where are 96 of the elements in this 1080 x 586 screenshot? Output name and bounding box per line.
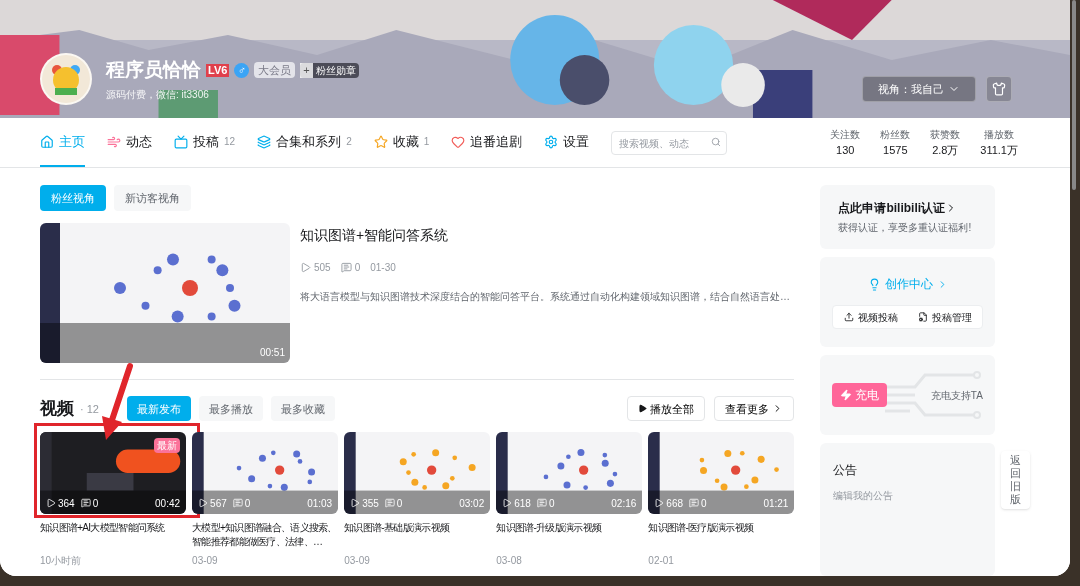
nav-tab[interactable]: 投稿 12 <box>174 118 236 167</box>
notice-title: 公告 <box>833 462 859 479</box>
video-title[interactable]: 知识图谱+智能问答系统 <box>300 225 790 246</box>
old-version-button[interactable]: 返回旧版 <box>1000 451 1030 509</box>
play-count: 505 <box>314 261 331 275</box>
play-count: 618 <box>514 496 531 511</box>
play-count: 364 <box>58 496 75 511</box>
video-title[interactable]: 知识图谱-基础版演示视频 <box>344 520 491 549</box>
video-duration: 00:42 <box>155 496 181 511</box>
video-date: 03-08 <box>496 553 523 568</box>
layers-icon <box>257 134 272 149</box>
shirt-icon <box>992 82 1006 96</box>
stat-label: 获赞数 <box>930 127 961 142</box>
stat-value[interactable]: 2.8万 <box>932 141 959 159</box>
video-duration: 02:16 <box>611 496 637 511</box>
bear-icon <box>49 62 83 96</box>
lightning-icon <box>840 389 853 401</box>
star-icon <box>373 134 388 149</box>
video-title[interactable]: 知识图谱-医疗版演示视频 <box>648 520 795 549</box>
video-description: 将大语言模型与知识图谱技术深度结合的智能问答平台。系统通过自动化构建领域知识图谱，结合自然语言处… <box>300 290 790 304</box>
user-name: 程序员恰恰 <box>106 57 201 82</box>
verify-title[interactable]: 点此申请bilibili认证 <box>838 199 977 217</box>
sort-tab[interactable]: 最多收藏 <box>270 396 335 422</box>
play-count: 567 <box>210 496 227 511</box>
comment-icon <box>536 498 547 508</box>
play-count: 668 <box>666 496 684 511</box>
tv-icon <box>174 134 188 149</box>
charge-text: 充电支持TA <box>930 388 983 403</box>
comment-count: 0 <box>396 496 403 511</box>
tab-count: 12 <box>224 135 236 149</box>
heart-icon <box>451 134 466 149</box>
play-count-icon <box>198 498 209 508</box>
scrollbar[interactable] <box>1072 0 1076 190</box>
play-count-icon <box>300 262 311 273</box>
comment-icon <box>384 498 395 508</box>
video-duration: 01:21 <box>763 496 789 511</box>
dress-button[interactable] <box>986 76 1012 102</box>
home-icon <box>40 134 54 149</box>
upload-icon <box>843 312 854 322</box>
stat-label: 播放数 <box>984 127 1015 142</box>
video-duration: 01:03 <box>307 496 333 511</box>
nav-tab[interactable]: 收藏 1 <box>373 118 430 167</box>
verify-subtitle: 获得认证，享受多重认证福利! <box>838 221 973 235</box>
video-date: 02-01 <box>648 553 675 568</box>
play-icon <box>638 404 648 414</box>
stat-value[interactable]: 311.1万 <box>980 141 1018 159</box>
comment-count: 0 <box>244 496 251 511</box>
play-all-button[interactable]: 播放全部 <box>627 396 706 422</box>
comment-count: 0 <box>548 496 555 511</box>
nav-tab[interactable]: 动态 <box>107 118 152 167</box>
perspective-button[interactable]: 新访客视角 <box>114 185 191 211</box>
view-select[interactable]: 视角：我自己 <box>862 76 976 102</box>
verify-card[interactable]: 点此申请bilibili认证 获得认证，享受多重认证福利! <box>820 185 995 249</box>
play-count-icon <box>46 498 56 508</box>
search-icon <box>711 136 722 147</box>
search-field[interactable]: 搜索视频、动态 <box>611 131 728 156</box>
file-icon <box>917 312 928 322</box>
comment-icon <box>689 498 700 508</box>
tab-count: 2 <box>346 135 352 149</box>
comment-count: 0 <box>92 496 99 511</box>
section-title: 视频 <box>40 398 74 420</box>
stat-label: 粉丝数 <box>880 127 911 142</box>
play-count-icon <box>502 498 513 508</box>
video-thumbnail[interactable]: 最新 364 0 00:42 <box>40 431 187 514</box>
stat-label: 关注数 <box>830 127 861 142</box>
nav-tab[interactable]: 追番追剧 <box>451 118 523 167</box>
stat-value[interactable]: 130 <box>836 141 855 159</box>
comment-count: 0 <box>701 496 707 511</box>
nav-tab[interactable]: 合集和系列 2 <box>257 118 352 167</box>
creator-action[interactable]: 视频投稿 <box>833 306 908 328</box>
section-count: · 12 <box>80 401 99 417</box>
video-title[interactable]: 大模型+知识图谱融合、语义搜索、智能推荐都能做医疗、法律、… <box>192 520 339 549</box>
video-duration: 00:51 <box>259 346 285 360</box>
video-title[interactable]: 知识图谱-升级版演示视频 <box>496 520 643 549</box>
view-more-button[interactable]: 查看更多 <box>714 396 795 422</box>
sort-tab[interactable]: 最多播放 <box>198 396 263 422</box>
video-date: 10小时前 <box>40 553 83 568</box>
play-count-icon <box>350 498 361 508</box>
video-date: 03-09 <box>344 553 371 568</box>
video-title[interactable]: 知识图谱+AI大模型智能问系统 <box>40 520 187 549</box>
comment-icon <box>232 498 243 508</box>
tab-count: 1 <box>423 135 430 149</box>
user-signature: 源码付费，微信: it3306 <box>106 88 210 103</box>
comment-icon <box>340 262 352 273</box>
stat-value[interactable]: 1575 <box>883 141 908 159</box>
comment-count: 0 <box>354 261 361 275</box>
creator-action[interactable]: 投稿管理 <box>907 306 982 328</box>
comment-icon <box>80 498 91 508</box>
play-count: 355 <box>362 496 379 511</box>
play-count-icon <box>654 498 665 508</box>
nav-tab[interactable]: 设置 <box>544 118 590 167</box>
video-date: 03-09 <box>192 553 219 568</box>
video-date: 01-30 <box>370 261 396 275</box>
fan-medal[interactable]: 粉丝勋章 <box>312 62 359 78</box>
video-duration: 03:02 <box>459 496 485 511</box>
settings-icon <box>544 134 559 149</box>
